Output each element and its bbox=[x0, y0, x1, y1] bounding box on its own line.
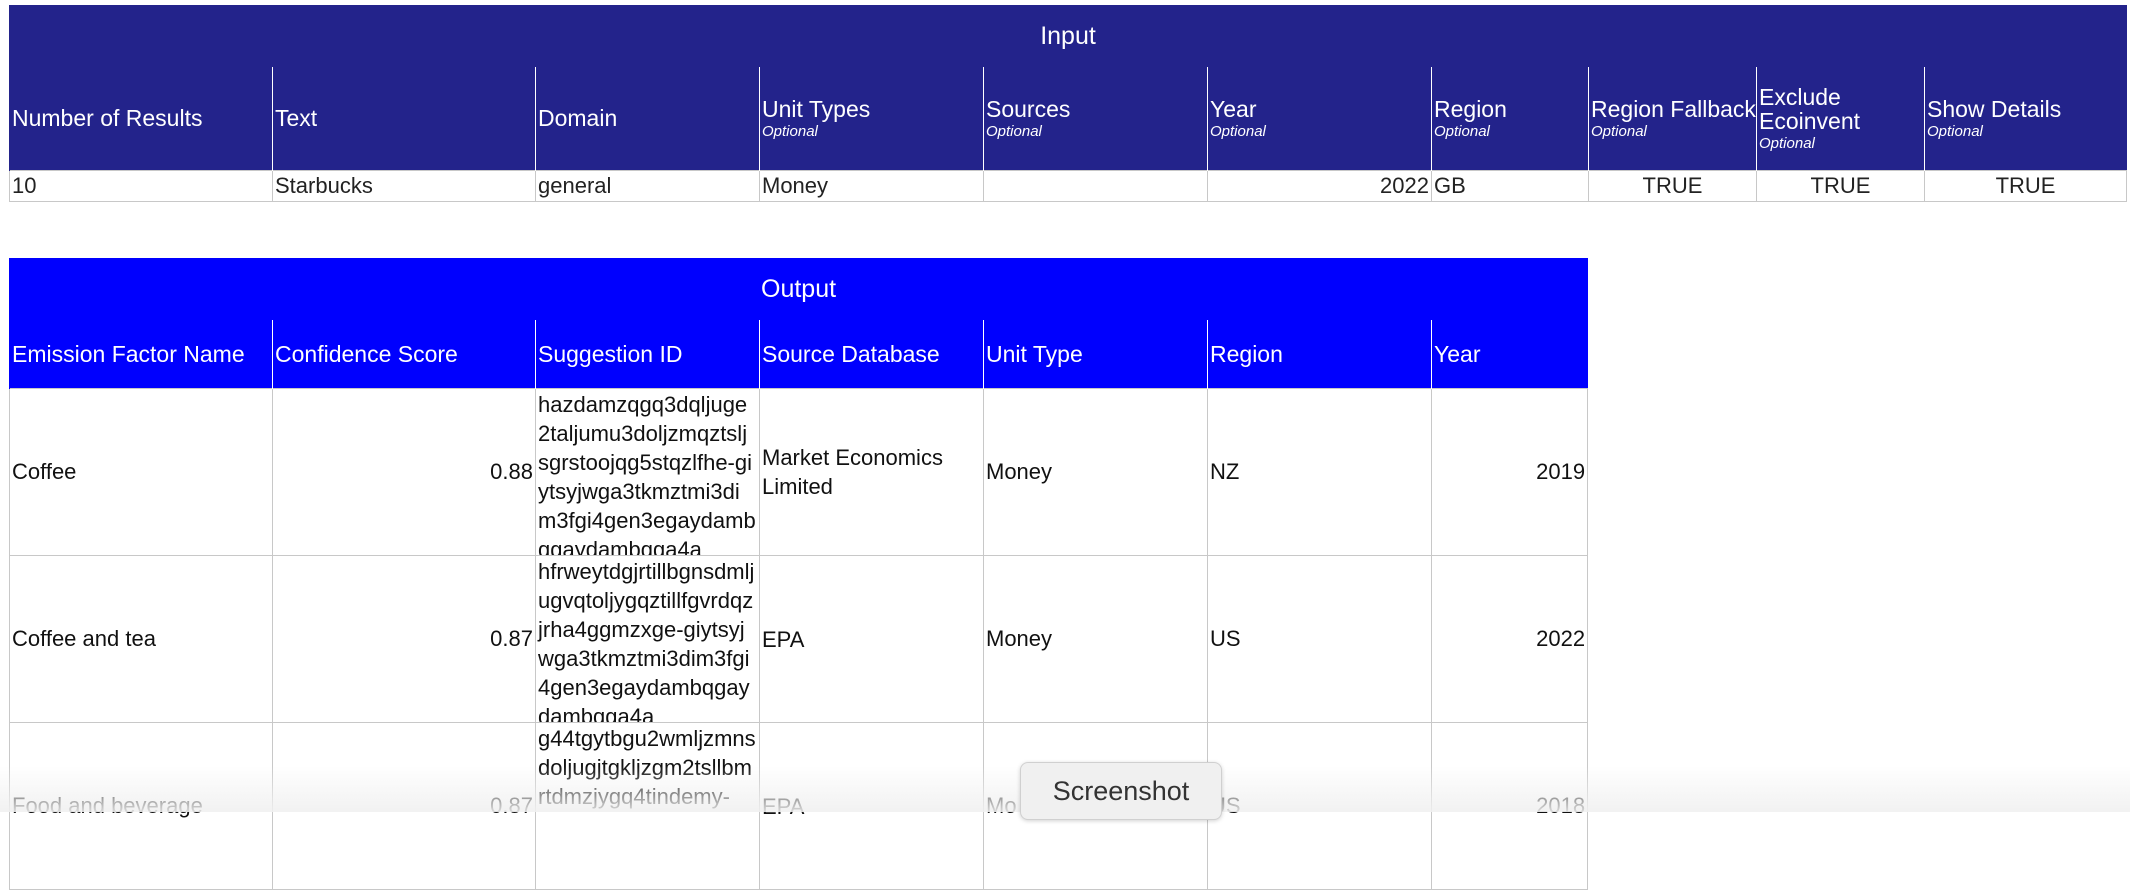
optional-label: Optional bbox=[762, 122, 818, 140]
suggestion-id-cell: hazdamzqgq3dqljuge2taljumu3doljzmqztsljs… bbox=[535, 388, 760, 556]
year: 2018 bbox=[1430, 722, 1589, 890]
input-column-label: Show Details bbox=[1927, 95, 2062, 122]
input-column-label: Unit Types bbox=[762, 95, 871, 122]
input-column-header: Number of Results bbox=[9, 66, 273, 171]
source-database: EPA bbox=[759, 555, 984, 723]
output-body: Coffee 0.88 hazdamzqgq3dqljuge2taljumu3dol… bbox=[9, 388, 1589, 890]
input-value-cell: TRUE bbox=[1923, 170, 2128, 202]
confidence-score: 0.87 bbox=[272, 722, 536, 890]
emission-factor-name: Coffee bbox=[9, 388, 273, 556]
table-row: Coffee and tea 0.87 hfrweytdgjrtillbgnsdml… bbox=[9, 555, 1589, 723]
optional-label: Optional bbox=[1210, 122, 1266, 140]
input-column-header: Region Optional bbox=[1431, 66, 1589, 171]
source-database: Market Economics Limited bbox=[759, 388, 984, 556]
output-title: Output bbox=[8, 258, 1589, 320]
suggestion-id-cell: g44tgytbgu2wmljzmnsdoljugjtgkljzgm2tsllb… bbox=[535, 722, 760, 890]
input-value-cell: Starbucks bbox=[272, 170, 536, 202]
table-row: Food and beverage 0.87 g44tgytbgu2wmljzmns… bbox=[9, 722, 1589, 890]
input-value-cell: GB bbox=[1431, 170, 1589, 202]
year: 2019 bbox=[1430, 388, 1589, 556]
input-column-header: Unit Types Optional bbox=[759, 66, 984, 171]
input-column-header: Domain bbox=[535, 66, 760, 171]
input-value-cell: TRUE bbox=[1588, 170, 1757, 202]
input-column-label: Text bbox=[275, 105, 318, 132]
year: 2022 bbox=[1430, 555, 1589, 723]
output-column-header: Emission Factor Name bbox=[9, 319, 273, 389]
output-table: Output Emission Factor Name Confidence Sc… bbox=[8, 258, 1589, 890]
input-value-cell: general bbox=[535, 170, 760, 202]
input-value-cell: 2022 bbox=[1207, 170, 1432, 202]
suggestion-id: hazdamzqgq3dqljuge2taljumu3doljzmqztsljs… bbox=[538, 391, 756, 555]
input-column-label: Region bbox=[1434, 95, 1507, 122]
input-column-header: Exclude Ecoinvent Optional bbox=[1756, 66, 1925, 171]
suggestion-id: hfrweytdgjrtillbgnsdmljugvqtoljygqztillf… bbox=[538, 558, 755, 722]
output-header-row: Emission Factor Name Confidence Score Sugg… bbox=[9, 319, 1588, 389]
input-column-header: Sources Optional bbox=[983, 66, 1208, 171]
input-table: Input Number of Results Text Domain Unit Ty… bbox=[8, 5, 2128, 202]
input-title: Input bbox=[8, 5, 2128, 67]
suggestion-id: g44tgytbgu2wmljzmnsdoljugjtgkljzgm2tsllb… bbox=[538, 725, 756, 809]
input-column-label: Domain bbox=[538, 105, 618, 132]
optional-label: Optional bbox=[1927, 122, 1983, 140]
output-column-header: Unit Type bbox=[983, 319, 1208, 389]
region: US bbox=[1207, 555, 1432, 723]
input-value-cell: Money bbox=[759, 170, 984, 202]
region: US bbox=[1207, 722, 1432, 890]
emission-factor-name: Food and beverage bbox=[9, 722, 273, 890]
input-value-cell bbox=[983, 170, 1208, 202]
input-column-label: Region Fallback bbox=[1591, 95, 1756, 122]
input-value-cell: TRUE bbox=[1756, 170, 1925, 202]
optional-label: Optional bbox=[1759, 135, 1815, 153]
confidence-score: 0.87 bbox=[272, 555, 536, 723]
emission-factor-name: Coffee and tea bbox=[9, 555, 273, 723]
input-column-header: Text bbox=[272, 66, 536, 171]
output-column-header: Region bbox=[1207, 319, 1432, 389]
suggestion-id-cell: hfrweytdgjrtillbgnsdmljugvqtoljygqztillf… bbox=[535, 555, 760, 723]
confidence-score: 0.88 bbox=[272, 388, 536, 556]
input-header-row: Number of Results Text Domain Unit Types Opt… bbox=[9, 66, 2127, 171]
input-values-row: 10 Starbucks general Money 2022 GB TRUE TRUE TRU… bbox=[9, 170, 2128, 202]
screenshot-tooltip: Screenshot bbox=[1020, 762, 1222, 820]
input-value-cell: 10 bbox=[9, 170, 273, 202]
input-column-label: Year bbox=[1210, 95, 1257, 122]
input-column-label: Number of Results bbox=[12, 105, 203, 132]
optional-label: Optional bbox=[1434, 122, 1490, 140]
output-column-header: Source Database bbox=[759, 319, 984, 389]
input-column-label: Exclude Ecoinvent bbox=[1759, 83, 1861, 135]
unit-type: Money bbox=[983, 388, 1208, 556]
table-row: Coffee 0.88 hazdamzqgq3dqljuge2taljumu3dol… bbox=[9, 388, 1589, 556]
output-column-header: Suggestion ID bbox=[535, 319, 760, 389]
region: NZ bbox=[1207, 388, 1432, 556]
input-column-header: Show Details Optional bbox=[1923, 66, 2127, 171]
input-column-label: Sources bbox=[986, 95, 1071, 122]
input-column-header: Year Optional bbox=[1207, 66, 1432, 171]
output-column-header: Year bbox=[1430, 319, 1588, 389]
optional-label: Optional bbox=[1591, 122, 1647, 140]
source-database: EPA bbox=[759, 722, 984, 890]
unit-type: Money bbox=[983, 555, 1208, 723]
optional-label: Optional bbox=[986, 122, 1042, 140]
output-column-header: Confidence Score bbox=[272, 319, 536, 389]
input-column-header: Region Fallback Optional bbox=[1588, 66, 1757, 171]
